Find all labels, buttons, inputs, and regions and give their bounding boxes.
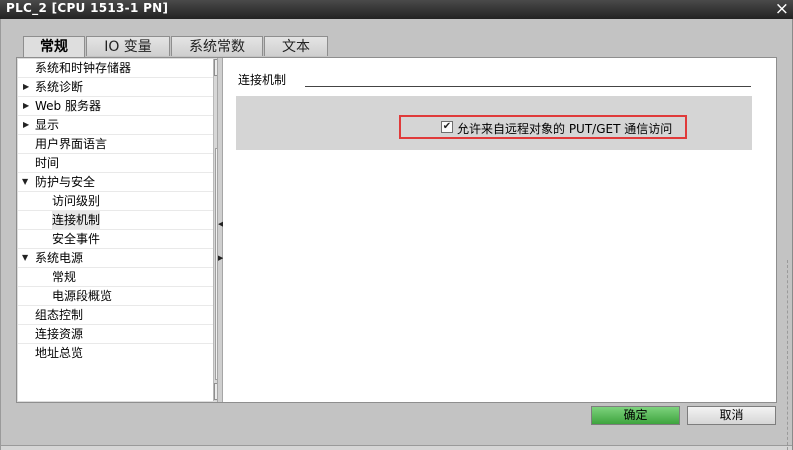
tree-item-connection-mechanisms[interactable]: 连接机制 — [18, 211, 213, 230]
tab-system-constants[interactable]: 系统常数 — [171, 36, 263, 56]
collapse-down-icon[interactable]: ▼ — [22, 249, 28, 267]
tree-item-power-general[interactable]: 常规 — [18, 268, 213, 287]
tree-item-power-segment-overview[interactable]: 电源段概览 — [18, 287, 213, 306]
tab-label: 常规 — [40, 39, 68, 55]
tree-item-label: 组态控制 — [35, 308, 84, 322]
ok-button[interactable]: 确定 — [591, 406, 680, 425]
tree-item-system-power[interactable]: ▼ 系统电源 — [18, 249, 213, 268]
tree-item-access-level[interactable]: 访问级别 — [18, 192, 213, 211]
window-edge — [787, 260, 793, 450]
expand-right-icon[interactable]: ▶ — [23, 78, 29, 96]
tree-item-label: 显示 — [35, 118, 60, 132]
tab-texts[interactable]: 文本 — [264, 36, 328, 56]
collapse-down-icon[interactable]: ▼ — [22, 173, 28, 191]
section-divider — [305, 86, 751, 87]
tree-item-system-diagnostics[interactable]: ▶ 系统诊断 — [18, 78, 213, 97]
tree-item-label: 连接机制 — [52, 211, 101, 229]
window-title: PLC_2 [CPU 1513-1 PN] — [6, 1, 169, 15]
tree-item-label: 时间 — [35, 156, 60, 170]
properties-dialog: 常规 IO 变量 系统常数 文本 系统和时钟存储器 ▶ 系统诊断 ▶ Web 服务器… — [0, 19, 793, 450]
tree-item-label: Web 服务器 — [35, 99, 101, 113]
put-get-checkbox-label[interactable]: 允许来自远程对象的 PUT/GET 通信访问 — [457, 120, 672, 137]
tree-item-label: 系统和时钟存储器 — [35, 61, 132, 75]
tab-label: 系统常数 — [189, 39, 245, 55]
tree-item-label: 防护与安全 — [35, 175, 96, 189]
tree-item-label: 连接资源 — [35, 327, 84, 341]
close-icon[interactable]: × — [775, 0, 789, 19]
tab-label: 文本 — [282, 39, 310, 55]
tree-item-web-server[interactable]: ▶ Web 服务器 — [18, 97, 213, 116]
tree-item-label: 常规 — [52, 270, 77, 284]
tree-item-configuration-control[interactable]: 组态控制 — [18, 306, 213, 325]
tree-item-protection-security[interactable]: ▼ 防护与安全 — [18, 173, 213, 192]
tree-item-label: 系统电源 — [35, 251, 84, 265]
tree-item-address-overview[interactable]: 地址总览 — [18, 344, 213, 363]
tab-general[interactable]: 常规 — [23, 36, 85, 58]
section-title: 连接机制 — [238, 73, 287, 87]
tree-item-connection-resources[interactable]: 连接资源 — [18, 325, 213, 344]
tree-item-ui-language[interactable]: 用户界面语言 — [18, 135, 213, 154]
tree-item-label: 电源段概览 — [52, 289, 113, 303]
put-get-checkbox[interactable]: ✔ — [441, 121, 453, 133]
tab-panel: 系统和时钟存储器 ▶ 系统诊断 ▶ Web 服务器 ▶ 显示 用户界面语言 时间 ▼ 防… — [16, 57, 777, 403]
tree-item-label: 地址总览 — [35, 346, 84, 360]
title-bar: PLC_2 [CPU 1513-1 PN] × — [0, 0, 793, 19]
content-pane: 连接机制 ✔ 允许来自远程对象的 PUT/GET 通信访问 — [223, 58, 776, 402]
tree-item-display[interactable]: ▶ 显示 — [18, 116, 213, 135]
tab-label: IO 变量 — [104, 39, 152, 55]
status-strip — [1, 445, 792, 450]
tree-item-clock-memory[interactable]: 系统和时钟存储器 — [18, 59, 213, 78]
tree-item-label: 访问级别 — [52, 194, 101, 208]
tree-item-label: 安全事件 — [52, 232, 101, 246]
tree-item-time[interactable]: 时间 — [18, 154, 213, 173]
navigation-tree: 系统和时钟存储器 ▶ 系统诊断 ▶ Web 服务器 ▶ 显示 用户界面语言 时间 ▼ 防… — [18, 59, 213, 401]
tree-item-security-events[interactable]: 安全事件 — [18, 230, 213, 249]
tree-item-label: 用户界面语言 — [35, 137, 108, 151]
expand-right-icon[interactable]: ▶ — [23, 116, 29, 134]
tab-io-tags[interactable]: IO 变量 — [86, 36, 170, 56]
tree-item-label: 系统诊断 — [35, 80, 84, 94]
expand-right-icon[interactable]: ▶ — [23, 97, 29, 115]
cancel-button[interactable]: 取消 — [687, 406, 776, 425]
